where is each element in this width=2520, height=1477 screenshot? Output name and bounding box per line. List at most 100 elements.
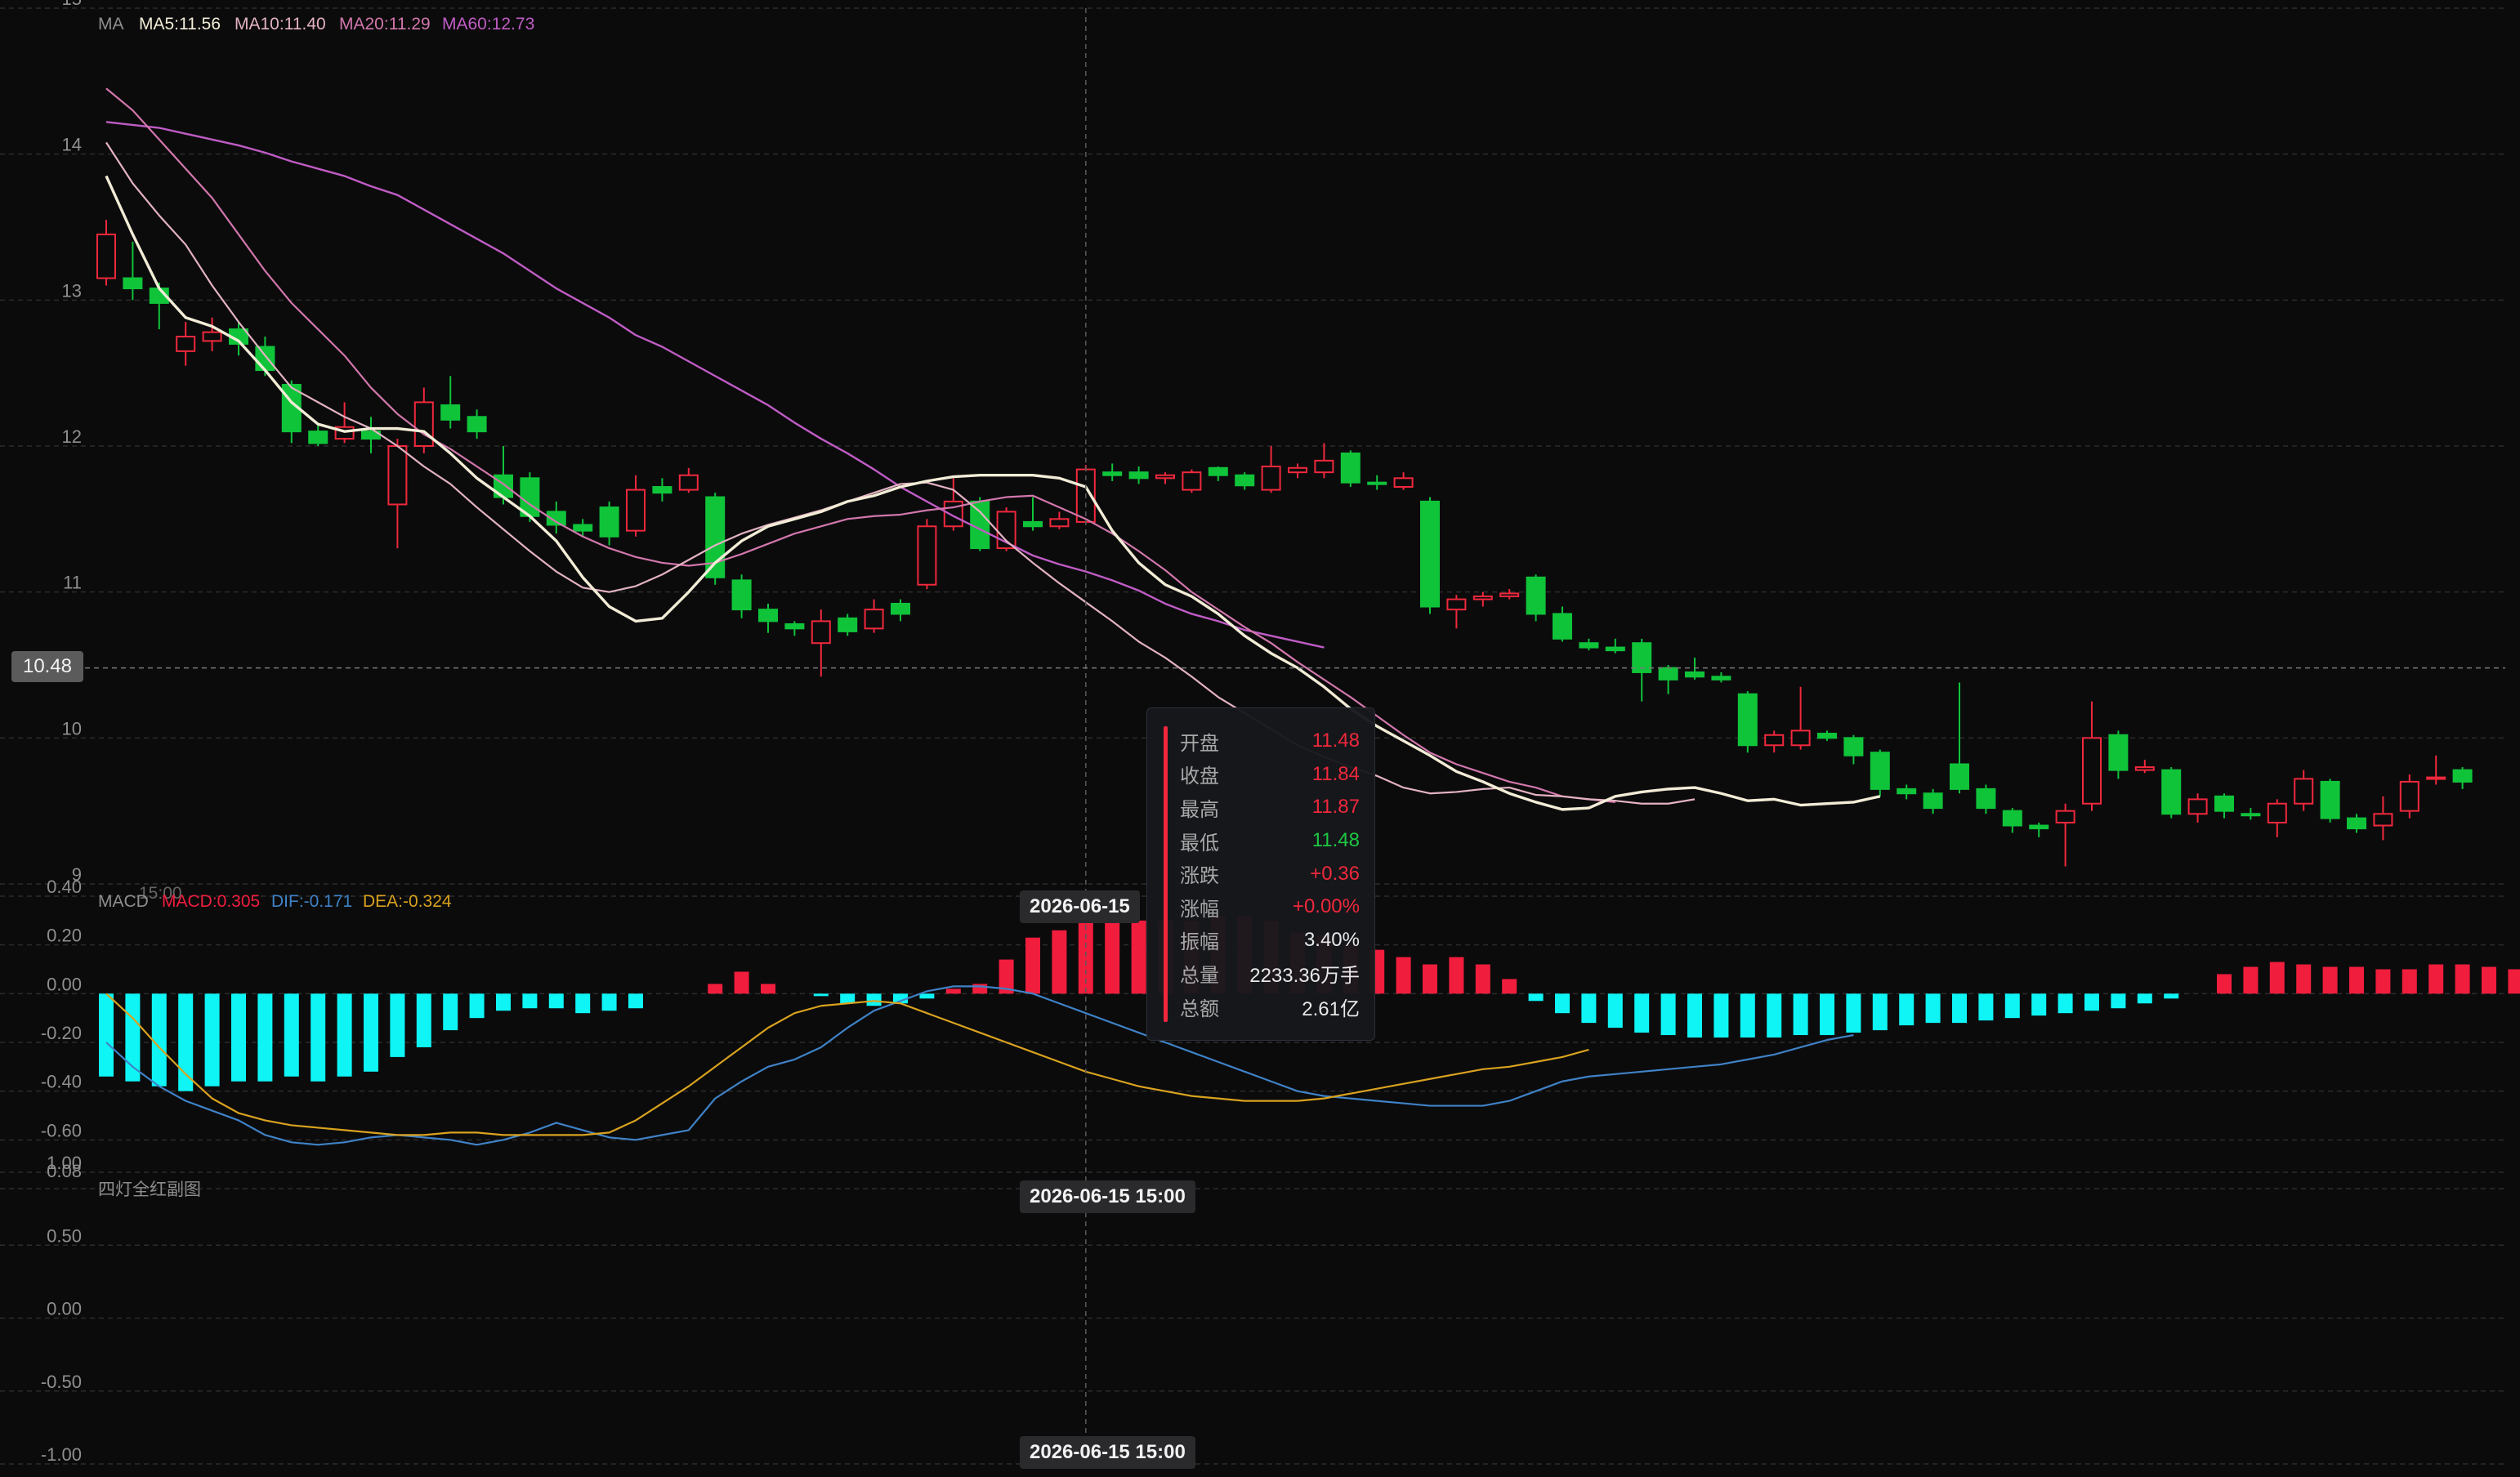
candle-body-down <box>1340 452 1361 484</box>
candle-body-down <box>1870 752 1890 790</box>
candle-body-down <box>573 524 593 532</box>
candle-body-down <box>1923 792 1943 810</box>
candle-body-up <box>96 233 116 279</box>
macd-bar-negative <box>2137 993 2152 1004</box>
candle-body-up <box>2399 780 2419 812</box>
macd-bar-negative <box>2111 993 2126 1009</box>
candle-body-up <box>1499 592 1520 598</box>
macd-bar-positive <box>1396 957 1411 994</box>
candle-body-down <box>1526 576 1546 615</box>
macd-axis-tick-label: -0.20 <box>41 1023 82 1043</box>
macd-bar-negative <box>151 993 167 1087</box>
candle-body-down <box>2241 813 2261 817</box>
tooltip-row-label: 收盘 <box>1180 765 1219 788</box>
tooltip-row-value: 11.87 <box>1311 796 1360 819</box>
candle-body-down <box>1658 667 1678 680</box>
macd-bar-positive <box>2508 969 2520 994</box>
tooltip-row-value: 3.40% <box>1303 928 1360 951</box>
price-axis-tick-label: 15 <box>62 0 82 9</box>
macd-bar-positive <box>945 988 961 994</box>
macd-bar-negative <box>1793 993 1808 1036</box>
tooltip-row-label: 涨幅 <box>1180 898 1219 921</box>
price-axis-tick-label: 14 <box>62 135 82 155</box>
macd-bar-positive <box>2375 969 2391 994</box>
ma20-line <box>105 87 1615 804</box>
candle-body-up <box>2294 778 2314 805</box>
macd-bar-negative <box>337 993 352 1077</box>
candle-body-up <box>1314 459 1334 474</box>
candle-body-up <box>1790 730 1811 747</box>
price-axis-tick-label: 12 <box>62 426 82 447</box>
candle-body-down <box>1102 471 1123 476</box>
macd-bar-negative <box>628 993 643 1009</box>
candle-body-down <box>1737 693 1758 747</box>
macd-bar-positive <box>1502 979 1517 994</box>
indicator-tick-label: 0.08 <box>47 1161 82 1181</box>
macd-bar-negative <box>840 993 856 1004</box>
macd-bar-negative <box>1899 993 1915 1026</box>
macd-bar-negative <box>1660 993 1676 1036</box>
stock-chart-app: 9101112131415MAMA5:11.56MA10:11.40MA20:1… <box>0 0 2520 1477</box>
macd-axis-tick-label: -0.60 <box>41 1120 82 1140</box>
macd-bar-negative <box>2004 993 2020 1019</box>
candle-body-down <box>1843 737 1864 756</box>
candle-body-down <box>1950 763 1969 790</box>
candle-body-down <box>1420 500 1440 608</box>
candle-body-up <box>864 609 884 630</box>
indicator-axis-tick-label: -1.00 <box>41 1444 82 1465</box>
macd-bar-negative <box>601 993 617 1011</box>
macd-bar-negative <box>311 993 326 1082</box>
candle-body-up <box>1155 474 1175 480</box>
indicator-axis-tick-label: 0.00 <box>47 1299 82 1319</box>
macd-bar-negative <box>1607 993 1623 1029</box>
macd-bar-negative <box>1528 993 1544 1002</box>
macd-bar-negative <box>522 993 538 1009</box>
candle-body-up <box>176 336 196 352</box>
candle-body-up <box>1764 734 1785 747</box>
macd-bar-positive <box>2402 969 2417 994</box>
macd-bar-negative <box>2031 993 2047 1016</box>
tooltip-row: 开盘 11.48 <box>1180 725 1360 758</box>
main-legend-item: MA5:11.56 <box>139 15 221 33</box>
tooltip-row: 振幅 3.40% <box>1180 924 1360 957</box>
candle-body-up <box>2267 802 2287 823</box>
macd-bar-negative <box>2058 993 2073 1014</box>
candle-body-up <box>413 401 434 447</box>
candle-body-up <box>1288 466 1307 474</box>
tooltip-row-label: 最高 <box>1180 798 1219 821</box>
macd-bar-positive <box>2322 966 2338 994</box>
candle-body-down <box>1711 676 1731 680</box>
macd-bar-negative <box>866 993 882 1006</box>
candle-body-down <box>123 277 143 290</box>
indicator-axis-tick-label: -0.50 <box>41 1372 82 1392</box>
candle-body-up <box>811 620 831 645</box>
macd-bar-negative <box>1952 993 1967 1024</box>
tooltip-row-value: 11.48 <box>1311 829 1360 852</box>
macd-legend-item: MACD <box>98 892 149 911</box>
candle-body-down <box>652 486 672 494</box>
candle-body-down <box>1128 471 1149 480</box>
macd-bar-positive <box>1105 920 1120 994</box>
macd-bar-positive <box>2243 966 2259 994</box>
macd-bar-negative <box>284 993 299 1077</box>
candle-body-up <box>1446 598 1467 611</box>
candle-body-up <box>1049 518 1070 528</box>
ma10-line <box>105 141 1696 805</box>
price-axis-tick-label: 10 <box>62 718 82 738</box>
tooltip-row-label: 总额 <box>1180 997 1219 1020</box>
candle-body-up <box>2187 798 2208 815</box>
macd-bar-negative <box>1714 993 1729 1038</box>
macd-bar-negative <box>1925 993 1941 1024</box>
tooltip-row: 最高 11.87 <box>1180 791 1360 824</box>
macd-bar-negative <box>257 993 273 1082</box>
candle-body-down <box>467 416 487 433</box>
candle-body-down <box>1367 481 1387 485</box>
candle-body-up <box>202 331 222 342</box>
macd-bar-negative <box>575 993 591 1014</box>
macd-bar-negative <box>1820 993 1834 1036</box>
tooltip-row: 总额 2.61亿 <box>1180 990 1360 1024</box>
tooltip-row-value: +0.36 <box>1310 862 1360 885</box>
macd-bar-negative <box>1767 993 1782 1038</box>
candle-body-down <box>838 617 858 632</box>
macd-bar-negative <box>99 993 114 1077</box>
